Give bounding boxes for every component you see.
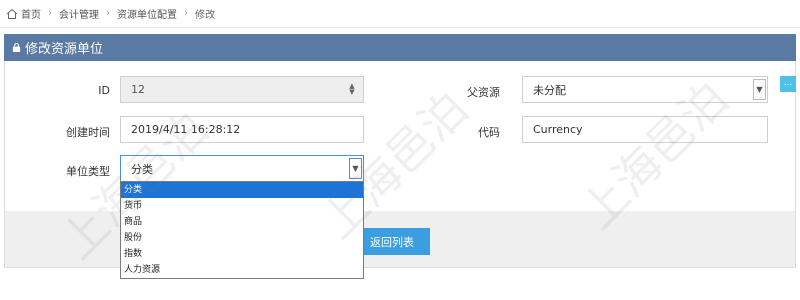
parent-select[interactable]: 未分配 ▼	[522, 76, 768, 103]
breadcrumb-separator: ›	[106, 8, 110, 19]
dropdown-option[interactable]: 货币	[121, 198, 363, 214]
parent-more-button[interactable]: ...	[780, 76, 796, 92]
breadcrumb-unit-config[interactable]: 资源单位配置	[117, 6, 177, 21]
unit-type-value: 分类	[131, 162, 153, 176]
unit-type-select[interactable]: 分类 ▼	[120, 155, 364, 182]
dropdown-option[interactable]: 指数	[121, 246, 363, 262]
dropdown-option[interactable]: 人力资源	[121, 262, 363, 278]
created-value: 2019/4/11 16:28:12	[131, 123, 241, 136]
code-value: Currency	[533, 123, 583, 136]
created-field[interactable]: 2019/4/11 16:28:12	[120, 116, 364, 143]
dropdown-option[interactable]: 分类	[121, 182, 363, 198]
home-icon	[6, 8, 18, 19]
unit-type-label: 单位类型	[66, 165, 110, 178]
lock-icon	[12, 43, 21, 52]
unit-type-dropdown: 分类 货币 商品 股份 指数 人力资源	[120, 181, 364, 279]
id-field: 12 ▲ ▼	[120, 76, 364, 103]
chevron-down-icon: ▼	[349, 158, 362, 179]
breadcrumb-accounting[interactable]: 会计管理	[59, 6, 99, 21]
breadcrumb: 首页 › 会计管理 › 资源单位配置 › 修改	[0, 0, 800, 28]
dropdown-option[interactable]: 股份	[121, 230, 363, 246]
panel-header: 修改资源单位	[4, 34, 796, 61]
dropdown-option[interactable]: 商品	[121, 214, 363, 230]
stepper-icon: ▲ ▼	[349, 82, 355, 96]
parent-label: 父资源	[467, 86, 500, 99]
breadcrumb-separator: ›	[48, 8, 52, 19]
id-value: 12	[131, 83, 145, 96]
created-label: 创建时间	[66, 126, 110, 139]
back-to-list-button[interactable]: 返回列表	[354, 228, 430, 255]
breadcrumb-home[interactable]: 首页	[21, 6, 41, 21]
breadcrumb-current: 修改	[195, 10, 215, 21]
chevron-down-icon: ▼	[753, 79, 766, 100]
breadcrumb-separator: ›	[184, 8, 188, 19]
parent-value: 未分配	[533, 83, 566, 97]
code-label: 代码	[478, 126, 500, 139]
page-title: 修改资源单位	[25, 42, 104, 57]
code-field[interactable]: Currency	[522, 116, 768, 143]
id-label: ID	[98, 84, 110, 97]
